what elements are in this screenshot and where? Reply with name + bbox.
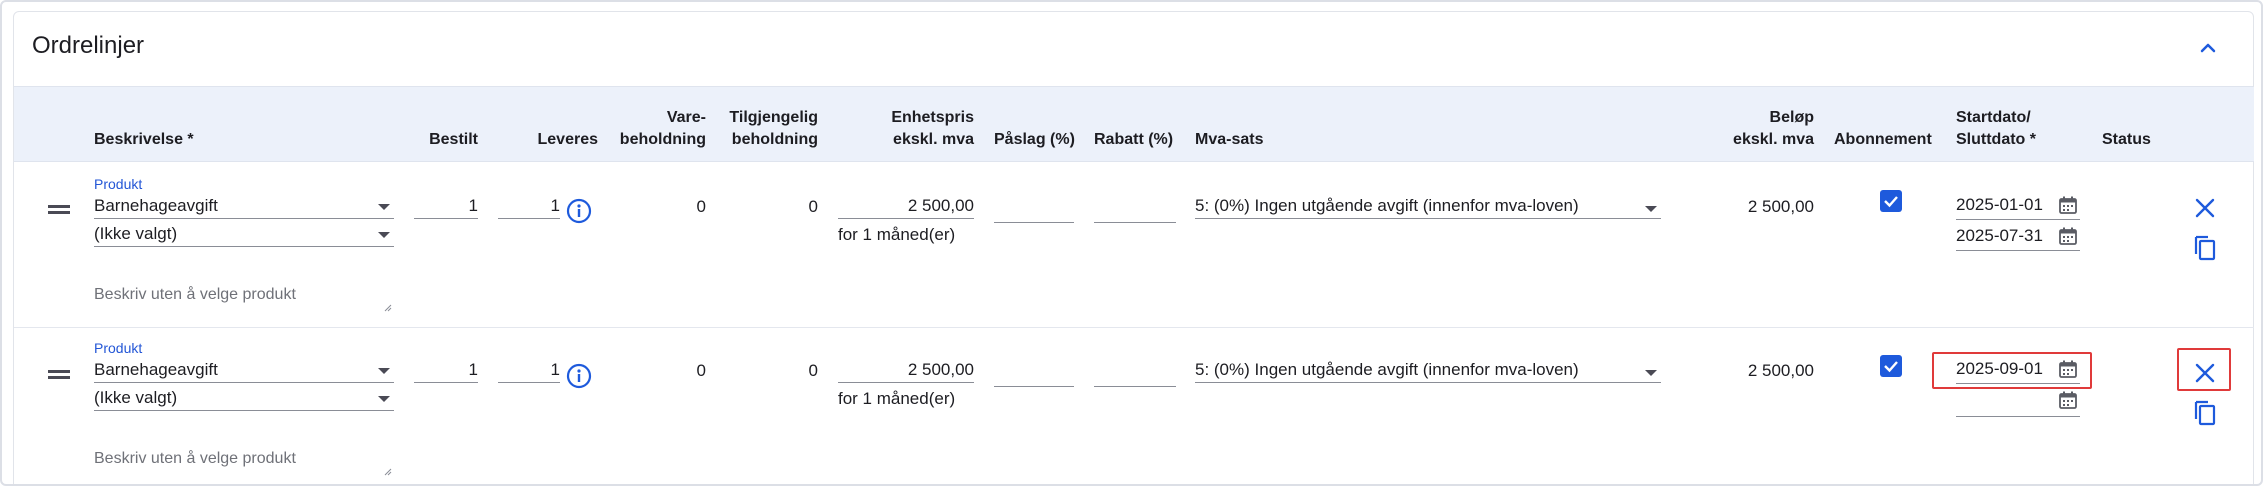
calendar-icon[interactable] [2058,359,2078,379]
description-textarea[interactable]: Beskriv uten å velge produkt [94,286,296,304]
col-belop-1: Beløp [1769,109,1814,126]
col-varebeholdning-1: Vare- [666,109,706,126]
col-enhetspris-1: Enhetspris [891,109,974,126]
chevron-down-icon [378,368,390,374]
leveres-input[interactable]: 1 [498,195,560,219]
product-select[interactable]: Barnehageavgift [94,359,394,383]
bestilt-input[interactable]: 1 [414,359,478,383]
col-tilgjengelig-1: Tilgjengelig [729,109,818,126]
col-belop-2: ekskl. mva [1733,131,1814,148]
col-status: Status [2102,131,2151,148]
col-varebeholdning-2: beholdning [619,131,706,148]
chevron-down-icon [1645,370,1657,376]
description-textarea[interactable]: Beskriv uten å velge produkt [94,450,296,468]
col-rabatt: Rabatt (%) [1094,131,1174,148]
enhetspris-input[interactable]: 2 500,00 [838,359,974,383]
col-abonnement: Abonnement [1834,131,1932,148]
close-icon[interactable] [2194,197,2216,219]
mva-select[interactable]: 5: (0%) Ingen utgående avgift (innenfor … [1195,195,1661,219]
info-icon[interactable] [566,198,592,224]
checkbox-checked-icon[interactable] [1880,190,1902,212]
paslag-input[interactable] [994,363,1074,387]
resize-handle-icon[interactable] [384,468,392,476]
checkbox-checked-icon[interactable] [1880,355,1902,377]
belop-value: 2 500,00 [1747,361,1814,380]
row-divider [14,327,2254,328]
tilgjengelig-value: 0 [808,361,818,380]
calendar-icon[interactable] [2058,226,2078,246]
close-icon[interactable] [2194,362,2216,384]
col-tilgjengelig-2: beholdning [731,131,818,148]
chevron-down-icon [378,204,390,210]
info-icon[interactable] [566,363,592,389]
tilgjengelig-value: 0 [808,197,818,216]
col-dato-1: Startdato/ [1956,109,2031,126]
col-bestilt: Bestilt [429,131,478,148]
chevron-down-icon [378,396,390,402]
product-label: Produkt [94,340,143,356]
copy-icon[interactable] [2192,234,2218,262]
drag-handle-icon[interactable] [48,370,70,380]
col-leveres: Leveres [537,131,599,148]
enhetspris-input[interactable]: 2 500,00 [838,195,974,219]
calendar-icon[interactable] [2058,390,2078,410]
section-title: Ordrelinjer [32,32,145,59]
belop-value: 2 500,00 [1747,197,1814,216]
mva-select[interactable]: 5: (0%) Ingen utgående avgift (innenfor … [1195,359,1661,383]
product-select[interactable]: Barnehageavgift [94,195,394,219]
variant-select[interactable]: (Ikke valgt) [94,387,394,411]
paslag-input[interactable] [994,199,1074,223]
window-frame: Ordrelinjer Beskrivelse * Bestilt Levere… [0,0,2263,486]
resize-handle-icon[interactable] [384,304,392,312]
variant-select[interactable]: (Ikke valgt) [94,223,394,247]
period-text: for 1 måned(er) [838,389,956,408]
rabatt-input[interactable] [1094,199,1176,223]
calendar-icon[interactable] [2058,195,2078,215]
col-paslag: Påslag (%) [994,131,1075,148]
drag-handle-icon[interactable] [48,205,70,215]
chevron-up-icon[interactable] [2194,34,2222,62]
varebeholdning-value: 0 [696,197,706,216]
copy-icon[interactable] [2192,399,2218,427]
chevron-down-icon [1645,206,1657,212]
product-label: Produkt [94,176,143,192]
col-enhetspris-2: ekskl. mva [893,131,974,148]
varebeholdning-value: 0 [696,361,706,380]
chevron-down-icon [378,232,390,238]
period-text: for 1 måned(er) [838,225,956,244]
order-lines-card [13,11,2254,484]
col-beskrivelse: Beskrivelse * [94,131,194,148]
rabatt-input[interactable] [1094,363,1176,387]
col-dato-2: Sluttdato * [1956,131,2036,148]
col-mva: Mva-sats [1195,131,1264,148]
leveres-input[interactable]: 1 [498,359,560,383]
bestilt-input[interactable]: 1 [414,195,478,219]
